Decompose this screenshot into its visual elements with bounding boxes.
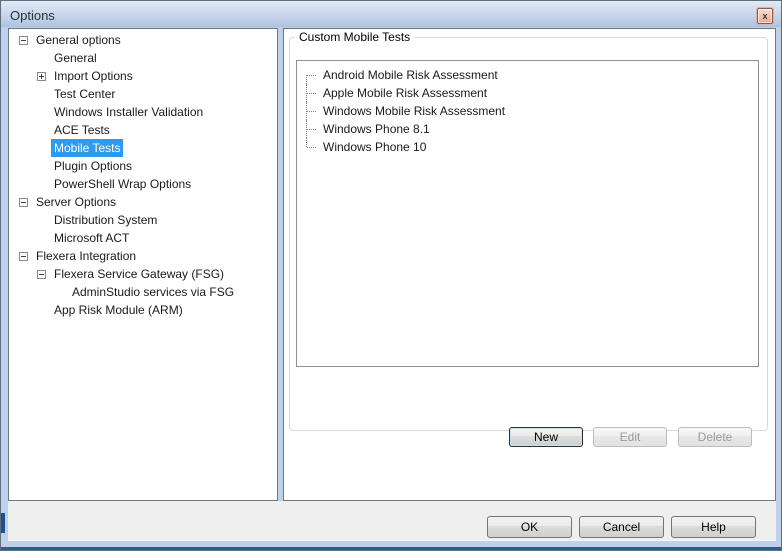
tree-item-import-options[interactable]: Import Options <box>9 67 277 85</box>
list-item-label: Android Mobile Risk Assessment <box>323 68 498 82</box>
tree-indent-spacer <box>37 234 46 243</box>
tree-item-label: General <box>51 49 100 67</box>
tree-indent-spacer <box>37 162 46 171</box>
custom-mobile-tests-list: Android Mobile Risk Assessment Apple Mobi… <box>296 60 759 367</box>
tree-item-windows-installer-validation[interactable]: Windows Installer Validation <box>9 103 277 121</box>
tree-item-label: Plugin Options <box>51 157 135 175</box>
tree-line-horizontal <box>307 147 316 148</box>
tree-item-microsoft-act[interactable]: Microsoft ACT <box>9 229 277 247</box>
collapse-minus-icon[interactable] <box>19 36 28 45</box>
tree-item-label: PowerShell Wrap Options <box>51 175 194 193</box>
cancel-button[interactable]: Cancel <box>579 516 664 538</box>
tree-indent-spacer <box>37 180 46 189</box>
tree-indent-spacer <box>37 216 46 225</box>
list-item-label: Windows Phone 8.1 <box>323 122 430 136</box>
tree-indent-spacer <box>37 306 46 315</box>
tree-item-label: Distribution System <box>51 211 160 229</box>
tree-item-app-risk-module-arm[interactable]: App Risk Module (ARM) <box>9 301 277 319</box>
collapse-minus-icon[interactable] <box>37 270 46 279</box>
close-icon[interactable]: x <box>757 8 773 24</box>
tree-indent-spacer <box>37 54 46 63</box>
tree-item-flexera-service-gateway-fsg[interactable]: Flexera Service Gateway (FSG) <box>9 265 277 283</box>
groupbox-title: Custom Mobile Tests <box>295 30 414 44</box>
tree-indent-spacer <box>37 108 46 117</box>
list-item-windows-phone-10[interactable]: Windows Phone 10 <box>297 138 758 156</box>
tree-indent-spacer <box>37 90 46 99</box>
options-tree-panel: General optionsGeneralImport OptionsTest… <box>8 28 278 501</box>
tree-item-label: Mobile Tests <box>51 139 123 157</box>
expand-plus-icon[interactable] <box>37 72 46 81</box>
tree-item-label: Flexera Integration <box>33 247 139 265</box>
tree-item-label: Flexera Service Gateway (FSG) <box>51 265 227 283</box>
tree-item-adminstudio-services-via-fsg[interactable]: AdminStudio services via FSG <box>9 283 277 301</box>
tree-item-label: Microsoft ACT <box>51 229 132 247</box>
tree-item-ace-tests[interactable]: ACE Tests <box>9 121 277 139</box>
tree-line-horizontal <box>307 75 316 76</box>
help-button[interactable]: Help <box>671 516 756 538</box>
tree-item-plugin-options[interactable]: Plugin Options <box>9 157 277 175</box>
list-item-windows-mobile-risk-assessment[interactable]: Windows Mobile Risk Assessment <box>297 102 758 120</box>
tree-item-flexera-integration[interactable]: Flexera Integration <box>9 247 277 265</box>
collapse-minus-icon[interactable] <box>19 252 28 261</box>
tree-item-label: Server Options <box>33 193 119 211</box>
tree-item-general-options[interactable]: General options <box>9 31 277 49</box>
tree-item-powershell-wrap-options[interactable]: PowerShell Wrap Options <box>9 175 277 193</box>
tree-item-general[interactable]: General <box>9 49 277 67</box>
list-item-label: Windows Phone 10 <box>323 140 426 154</box>
options-dialog: Options x General optionsGeneralImport O… <box>0 0 782 551</box>
tree-item-label: App Risk Module (ARM) <box>51 301 186 319</box>
list-item-label: Windows Mobile Risk Assessment <box>323 104 505 118</box>
options-tree: General optionsGeneralImport OptionsTest… <box>9 29 277 319</box>
tree-indent-spacer <box>37 126 46 135</box>
list-item-label: Apple Mobile Risk Assessment <box>323 86 487 100</box>
window-title: Options <box>10 8 55 23</box>
tree-line-horizontal <box>307 111 316 112</box>
title-bar[interactable]: Options x <box>1 1 781 27</box>
list-item-android-mobile-risk-assessment[interactable]: Android Mobile Risk Assessment <box>297 66 758 84</box>
collapse-minus-icon[interactable] <box>19 198 28 207</box>
tree-line-vertical <box>306 75 307 84</box>
tree-item-label: ACE Tests <box>51 121 113 139</box>
ok-button[interactable]: OK <box>487 516 572 538</box>
tree-item-label: Test Center <box>51 85 118 103</box>
tree-line-horizontal <box>307 93 316 94</box>
delete-button: Delete <box>678 427 752 447</box>
window-bottom-edge <box>1 547 781 550</box>
background-window-artifact <box>1 513 5 533</box>
custom-mobile-tests-groupbox: Custom Mobile Tests Android Mobile Risk … <box>289 37 768 431</box>
tree-item-label: Windows Installer Validation <box>51 103 206 121</box>
tree-item-mobile-tests[interactable]: Mobile Tests <box>9 139 277 157</box>
tree-item-test-center[interactable]: Test Center <box>9 85 277 103</box>
tree-item-server-options[interactable]: Server Options <box>9 193 277 211</box>
tree-line-horizontal <box>307 129 316 130</box>
tree-line-vertical <box>306 138 307 147</box>
tree-item-label: AdminStudio services via FSG <box>69 283 237 301</box>
tree-item-label: Import Options <box>51 67 136 85</box>
list-item-windows-phone-8-1[interactable]: Windows Phone 8.1 <box>297 120 758 138</box>
new-button[interactable]: New <box>509 427 583 447</box>
tree-item-distribution-system[interactable]: Distribution System <box>9 211 277 229</box>
edit-button: Edit <box>593 427 667 447</box>
tree-indent-spacer <box>37 144 46 153</box>
tree-item-label: General options <box>33 31 124 49</box>
tree-indent-spacer <box>55 288 64 297</box>
list-item-apple-mobile-risk-assessment[interactable]: Apple Mobile Risk Assessment <box>297 84 758 102</box>
settings-panel: Custom Mobile Tests Android Mobile Risk … <box>283 28 776 501</box>
